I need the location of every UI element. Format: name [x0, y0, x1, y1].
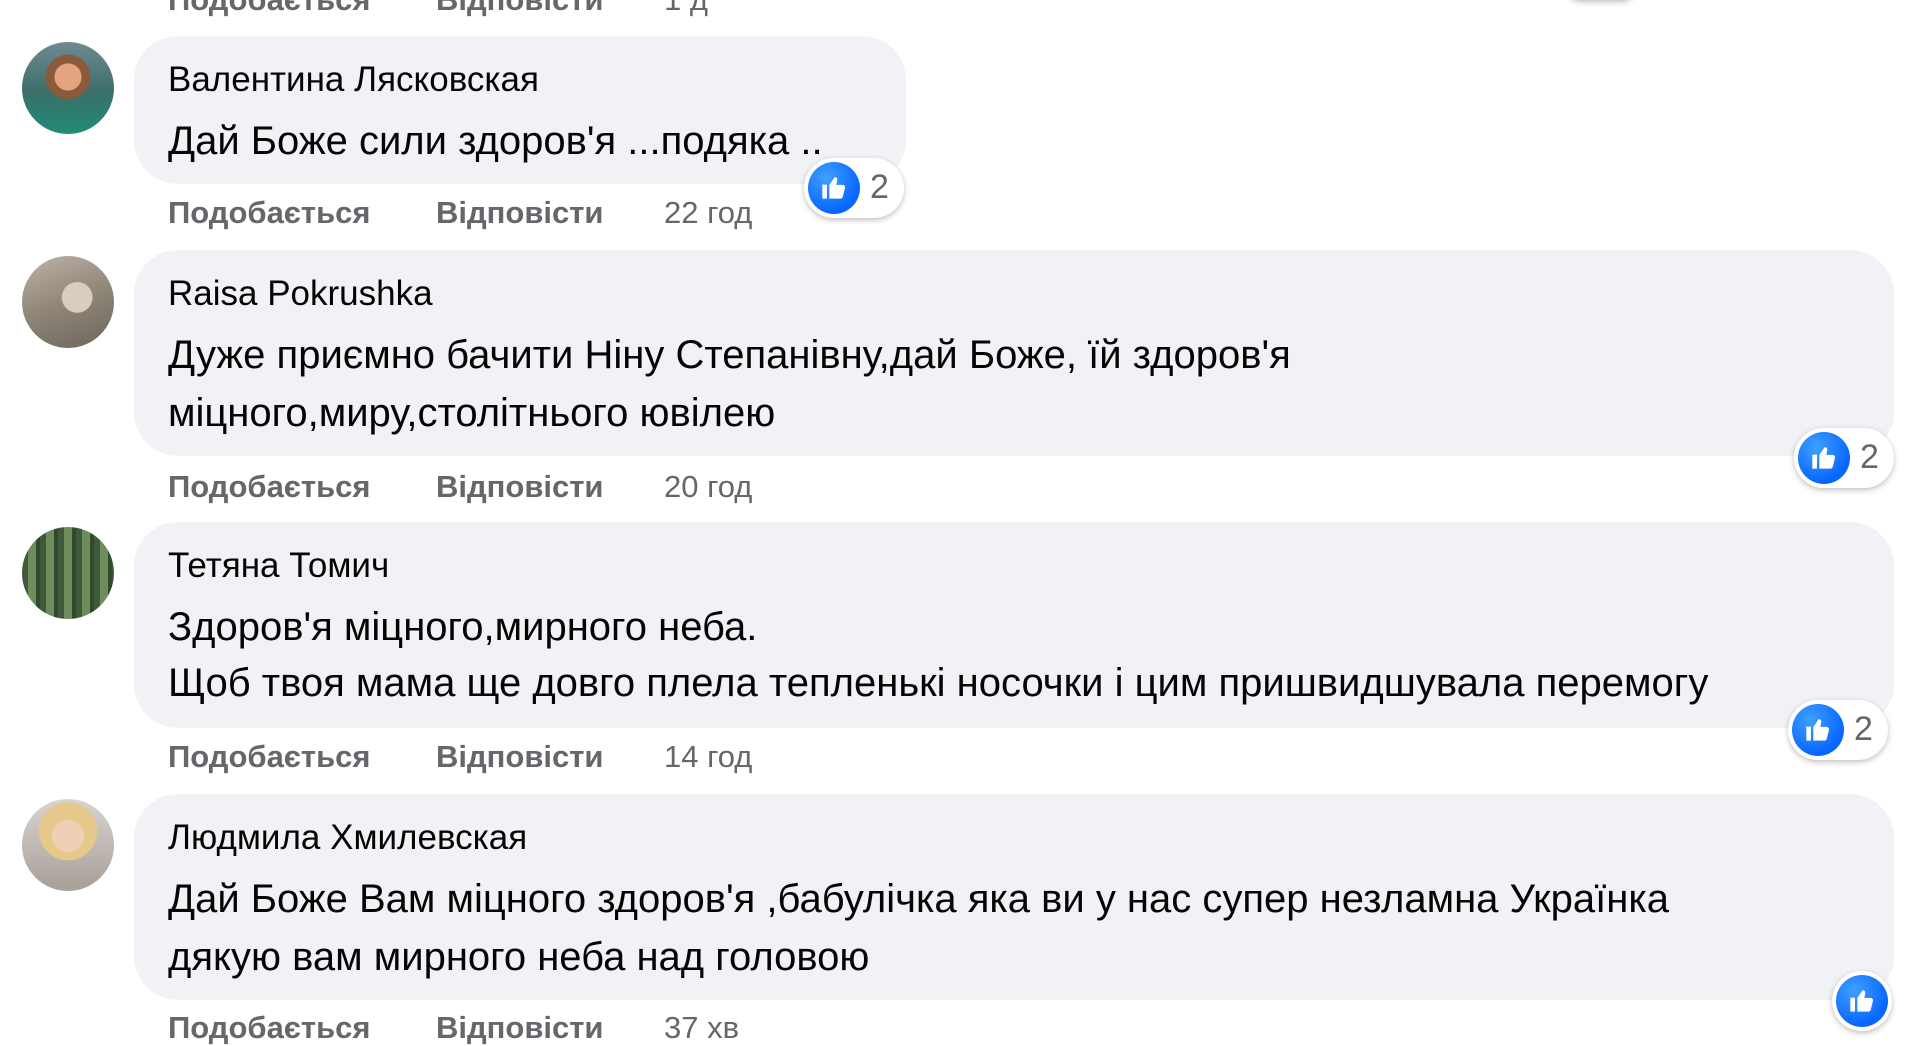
comment-author[interactable]: Людмила Хмилевская	[168, 818, 527, 858]
avatar[interactable]	[22, 42, 114, 134]
reaction-count: 2	[1854, 710, 1873, 748]
comment-bubble: Валентина Лясковская Дай Боже сили здоро…	[134, 36, 906, 184]
like-thumb-icon	[1798, 432, 1850, 484]
like-link[interactable]: Подобається	[168, 195, 371, 231]
comment-author[interactable]: Raisa Pokrushka	[168, 274, 433, 314]
reaction-count: 2	[870, 168, 889, 206]
avatar[interactable]	[22, 527, 114, 619]
comment-author[interactable]: Валентина Лясковская	[168, 60, 539, 100]
comment-text-line: Щоб твоя мама ще довго плела тепленькі н…	[168, 661, 1709, 705]
reply-link[interactable]: Відповісти	[436, 739, 604, 775]
comment-text-line: дякую вам мирного неба над головою	[168, 935, 870, 979]
timestamp-link[interactable]: 14 год	[664, 739, 752, 775]
reply-link[interactable]: Відповісти	[436, 0, 604, 18]
timestamp-link[interactable]: 1 д	[664, 0, 708, 18]
comment-bubble: Людмила Хмилевская Дай Боже Вам міцного …	[134, 794, 1894, 1000]
timestamp-link[interactable]: 20 год	[664, 469, 752, 505]
reaction-summary[interactable]	[1832, 971, 1892, 1031]
like-link[interactable]: Подобається	[168, 0, 371, 18]
like-thumb-icon	[1836, 975, 1888, 1027]
comment-bubble: Raisa Pokrushka Дуже приємно бачити Ніну…	[134, 250, 1894, 456]
comment-text-line: Дай Боже Вам міцного здоров'я ,бабулічка…	[168, 877, 1669, 921]
comment-text-line: Здоров'я міцного,мирного неба.	[168, 605, 758, 649]
reply-link[interactable]: Відповісти	[436, 469, 604, 505]
reply-link[interactable]: Відповісти	[436, 195, 604, 231]
comment-bubble: Тетяна Томич Здоров'я міцного,мирного не…	[134, 522, 1894, 728]
comment-text-line: Дай Боже сили здоров'я ...подяка ..	[168, 119, 823, 163]
avatar[interactable]	[22, 799, 114, 891]
timestamp-link[interactable]: 22 год	[664, 195, 752, 231]
reaction-summary[interactable]: 2	[1794, 428, 1894, 488]
reaction-summary[interactable]: 2	[1788, 700, 1888, 760]
like-thumb-icon	[1792, 704, 1844, 756]
avatar[interactable]	[22, 256, 114, 348]
reaction-count: 2	[1860, 438, 1879, 476]
reaction-summary[interactable]: 2	[804, 158, 904, 218]
comment-author[interactable]: Тетяна Томич	[168, 546, 389, 586]
comment-text-line: Дуже приємно бачити Ніну Степанівну,дай …	[168, 333, 1291, 377]
like-thumb-icon	[808, 162, 860, 214]
like-link[interactable]: Подобається	[168, 469, 371, 505]
like-link[interactable]: Подобається	[168, 739, 371, 775]
comment-text-line: міцного,миру,столітнього ювілею	[168, 391, 776, 435]
